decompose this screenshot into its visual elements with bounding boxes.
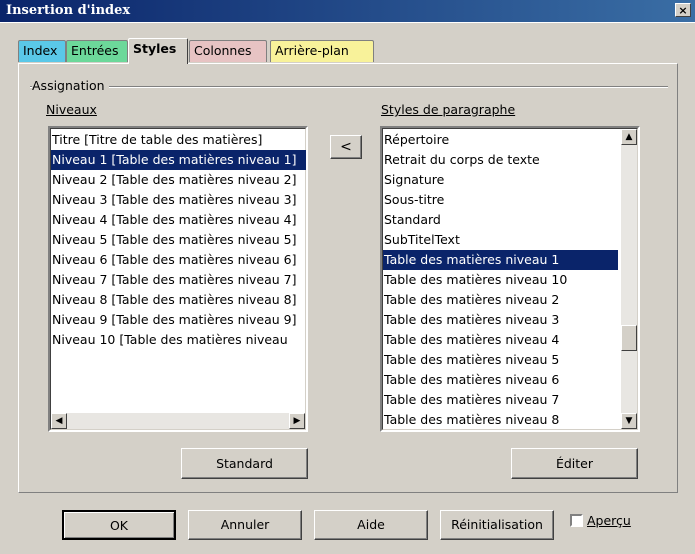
scroll-left-icon[interactable]: ◀ [51,413,67,429]
close-icon[interactable]: × [675,3,691,17]
edit-button[interactable]: Éditer [511,448,638,479]
level-list-item[interactable]: Niveau 9 [Table des matières niveau 9] [51,310,306,330]
level-list-item[interactable]: Niveau 3 [Table des matières niveau 3] [51,190,306,210]
paragraph-style-list-item[interactable]: Table des matières niveau 6 [383,370,618,390]
level-list-item[interactable]: Niveau 4 [Table des matières niveau 4] [51,210,306,230]
paragraph-style-list-item[interactable]: SubTitelText [383,230,618,250]
tab-colonnes[interactable]: Colonnes [189,40,267,62]
tab-label: Styles [133,41,177,56]
level-list-item[interactable]: Niveau 2 [Table des matières niveau 2] [51,170,306,190]
tab-label: Arrière-plan [275,43,349,58]
paragraph-style-list-item[interactable]: Table des matières niveau 10 [383,270,618,290]
level-list-item[interactable]: Niveau 10 [Table des matières niveau [51,330,306,350]
levels-scroll-track[interactable] [67,413,283,429]
levels-label: Niveaux [46,102,97,117]
paragraph-style-list-item[interactable]: Table des matières niveau 3 [383,310,618,330]
group-divider [30,86,668,88]
paragraph-style-list-item[interactable]: Table des matières niveau 4 [383,330,618,350]
level-list-item[interactable]: Titre [Titre de table des matières] [51,130,306,150]
level-list-item[interactable]: Niveau 6 [Table des matières niveau 6] [51,250,306,270]
paragraph-style-list-item[interactable]: Standard [383,210,618,230]
scroll-right-icon[interactable]: ▶ [289,413,305,429]
tab-index[interactable]: Index [18,40,66,62]
title-bar: Insertion d'index × [0,0,695,22]
paragraph-styles-listbox[interactable]: Répertoire Retrait du corps de texte Signa… [380,126,640,432]
tab-label: Colonnes [194,43,252,58]
paragraph-style-list-item[interactable]: Sous-titre [383,190,618,210]
levels-listbox[interactable]: Titre [Titre de table des matières] Nivea… [48,126,308,432]
window-title: Insertion d'index [6,3,131,18]
styles-vertical-scrollbar[interactable]: ▲ ▼ [621,129,637,429]
paragraph-style-list-item[interactable]: Répertoire [383,130,618,150]
assignation-group-label: Assignation [32,78,109,93]
assign-style-button[interactable]: < [330,135,362,159]
tab-styles[interactable]: Styles [128,38,188,64]
paragraph-style-list-item[interactable]: Retrait du corps de texte [383,150,618,170]
paragraph-style-list-item[interactable]: Table des matières niveau 8 [383,410,618,430]
level-list-item[interactable]: Niveau 5 [Table des matières niveau 5] [51,230,306,250]
cancel-button[interactable]: Annuler [188,510,302,540]
styles-scroll-thumb[interactable] [621,325,637,351]
level-list-item[interactable]: Niveau 7 [Table des matières niveau 7] [51,270,306,290]
reset-button[interactable]: Réinitialisation [440,510,554,540]
paragraph-style-list-item[interactable]: Table des matières niveau 7 [383,390,618,410]
title-divider [0,22,695,23]
paragraph-style-list-item[interactable]: Signature [383,170,618,190]
scroll-down-icon[interactable]: ▼ [621,413,637,429]
tab-label: Index [23,43,58,58]
preview-checkbox[interactable] [570,514,583,527]
tab-arriere-plan[interactable]: Arrière-plan [270,40,374,62]
preview-label[interactable]: Aperçu [587,513,631,528]
levels-horizontal-scrollbar[interactable]: ◀ ▶ [51,413,305,429]
scroll-up-icon[interactable]: ▲ [621,129,637,145]
paragraph-style-list-item[interactable]: Table des matières niveau 5 [383,350,618,370]
level-list-item[interactable]: Niveau 8 [Table des matières niveau 8] [51,290,306,310]
tab-entrees[interactable]: Entrées [66,40,128,62]
paragraph-styles-label: Styles de paragraphe [381,102,515,117]
paragraph-styles-label-text: Styles de paragraphe [381,102,516,117]
standard-button[interactable]: Standard [181,448,308,479]
paragraph-style-list-item[interactable]: Table des matières niveau 2 [383,290,618,310]
paragraph-style-list-item[interactable]: Table des matières niveau 1 [383,250,618,270]
level-list-item[interactable]: Niveau 1 [Table des matières niveau 1] [51,150,306,170]
tab-label: Entrées [71,43,119,58]
help-button[interactable]: Aide [314,510,428,540]
ok-button[interactable]: OK [62,510,176,540]
